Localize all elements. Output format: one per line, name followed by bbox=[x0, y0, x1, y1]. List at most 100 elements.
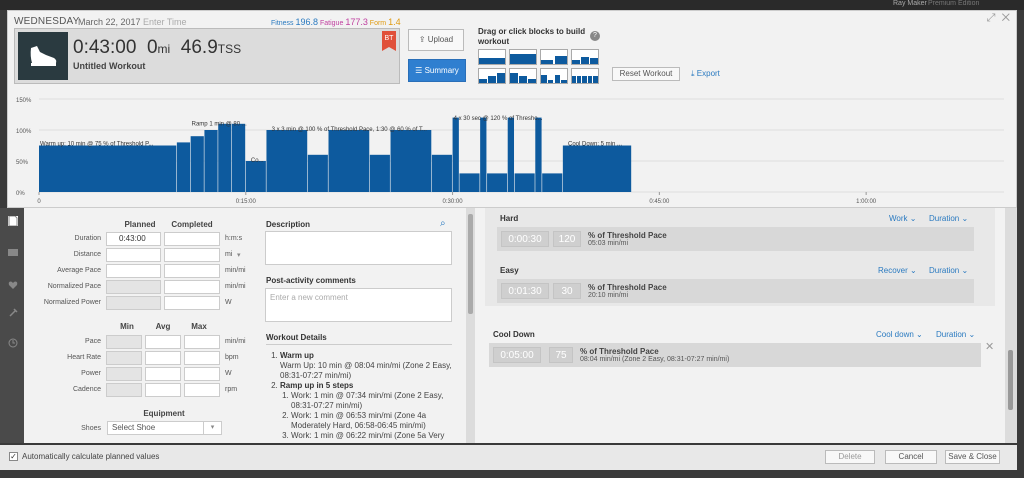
chart-segment bbox=[507, 117, 515, 192]
close-icon[interactable]: ✕ bbox=[1002, 12, 1010, 24]
cancel-button[interactable]: Cancel bbox=[885, 450, 937, 464]
block-ramp-down[interactable] bbox=[509, 68, 537, 84]
target-pace: 08:04 min/mi (Zone 2 Easy, 08:31-07:27 m… bbox=[580, 356, 730, 363]
easy-duration-input[interactable]: 0:01:30 bbox=[501, 283, 549, 299]
dropdown-label: Duration bbox=[929, 214, 960, 223]
workout-date[interactable]: March 22, 2017 bbox=[78, 17, 141, 27]
remove-step-icon[interactable]: ✕ bbox=[985, 340, 994, 353]
easy-type-dropdown[interactable]: Recover ⌄ bbox=[878, 266, 917, 275]
hard-duration-input[interactable]: 0:00:30 bbox=[501, 231, 549, 247]
expand-icon[interactable]: ⤢ bbox=[987, 12, 996, 24]
chevron-down-icon[interactable]: ▾ bbox=[237, 251, 241, 259]
pace-max-input[interactable] bbox=[184, 335, 220, 349]
fitness-metrics: Fitness 196.8 Fatigue 177.3 Form 1.4 bbox=[271, 17, 401, 27]
power-max-input[interactable] bbox=[184, 367, 220, 381]
block-two-step[interactable] bbox=[540, 49, 568, 65]
norm-power-completed-input[interactable] bbox=[164, 296, 220, 310]
block-intervals[interactable] bbox=[571, 68, 599, 84]
distance-completed-input[interactable] bbox=[164, 248, 220, 262]
description-label: Description bbox=[266, 220, 311, 229]
pin-icon[interactable] bbox=[8, 308, 18, 318]
chevron-down-icon: ⌄ bbox=[961, 214, 969, 223]
help-icon[interactable]: ? bbox=[590, 31, 600, 41]
save-close-button[interactable]: Save & Close bbox=[945, 450, 1000, 464]
hr-max-input[interactable] bbox=[184, 351, 220, 365]
distance-planned-input[interactable] bbox=[106, 248, 161, 262]
hard-step-row[interactable]: 0:00:30 120 % of Threshold Pace 05:03 min… bbox=[497, 227, 974, 251]
chart-segment bbox=[514, 173, 535, 192]
hard-duration-dropdown[interactable]: Duration ⌄ bbox=[929, 214, 968, 223]
heart-icon[interactable] bbox=[8, 280, 18, 290]
easy-duration-dropdown[interactable]: Duration ⌄ bbox=[929, 266, 968, 275]
reset-workout-button[interactable]: Reset Workout bbox=[612, 67, 680, 81]
workout-blocks bbox=[478, 49, 604, 85]
hard-intensity-input[interactable]: 120 bbox=[553, 231, 581, 247]
side-toolbar bbox=[0, 208, 24, 443]
cool-duration-input[interactable]: 0:05:00 bbox=[493, 347, 541, 363]
block-ramp-up[interactable] bbox=[478, 68, 506, 84]
workout-details-list: Warm upWarm Up: 10 min @ 08:04 min/mi (Z… bbox=[266, 351, 466, 443]
form-label: Form bbox=[369, 20, 387, 27]
summary-label: Summary bbox=[424, 66, 459, 75]
right-scrollbar-thumb[interactable] bbox=[1008, 350, 1013, 410]
left-scrollbar-thumb[interactable] bbox=[468, 214, 473, 314]
block-three-step[interactable] bbox=[571, 49, 599, 65]
tss-unit: TSS bbox=[217, 42, 242, 56]
avg-header: Avg bbox=[155, 322, 171, 331]
cool-type-dropdown[interactable]: Cool down ⌄ bbox=[876, 330, 923, 339]
user-name[interactable]: Ray Maker bbox=[893, 0, 927, 7]
block-repeat[interactable] bbox=[540, 68, 568, 84]
time-input[interactable]: Enter Time bbox=[143, 17, 187, 27]
cadence-max-input[interactable] bbox=[184, 383, 220, 397]
y-tick-label: 150% bbox=[16, 98, 32, 104]
power-avg-input[interactable] bbox=[145, 367, 181, 381]
attachment-icon[interactable]: ⌕ bbox=[440, 218, 446, 229]
cool-down-step-row[interactable]: 0:05:00 75 % of Threshold Pace 08:04 min/… bbox=[489, 343, 981, 367]
cool-intensity-input[interactable]: 75 bbox=[549, 347, 573, 363]
document-icon[interactable] bbox=[8, 216, 18, 226]
post-activity-comments-label: Post-activity comments bbox=[266, 276, 356, 285]
workout-chart-svg[interactable]: 150% 100% 50% 0% 0 0:15:00 0:30:00 0:45:00 1:00:… bbox=[8, 91, 1016, 207]
chart-segment bbox=[39, 145, 177, 192]
clock-icon[interactable] bbox=[8, 338, 18, 348]
chart-segment bbox=[266, 130, 308, 192]
chart-segment bbox=[176, 142, 191, 192]
cadence-avg-input[interactable] bbox=[145, 383, 181, 397]
summary-button[interactable]: ☰ Summary bbox=[408, 59, 466, 82]
duration-planned-input[interactable]: 0:43:00 bbox=[106, 232, 161, 246]
chat-icon[interactable] bbox=[8, 248, 18, 258]
shoes-select[interactable]: Select Shoe ▾ bbox=[107, 421, 222, 435]
easy-intensity-input[interactable]: 30 bbox=[553, 283, 581, 299]
upload-label: Upload bbox=[427, 35, 454, 44]
y-tick-label: 100% bbox=[16, 129, 32, 135]
segment-label: 4 x 30 sec @ 120 % of Thresho... bbox=[454, 116, 543, 122]
export-link[interactable]: ⤓ Export bbox=[691, 69, 720, 79]
list-item: Work: 1 min @ 07:34 min/mi (Zone 2 Easy,… bbox=[291, 391, 466, 411]
hard-type-dropdown[interactable]: Work ⌄ bbox=[889, 214, 916, 223]
list-item: Ramp up in 5 steps Work: 1 min @ 07:34 m… bbox=[280, 381, 466, 441]
comment-input[interactable]: Enter a new comment bbox=[265, 288, 452, 322]
pace-avg-input[interactable] bbox=[145, 335, 181, 349]
upload-button[interactable]: ⇪ Upload bbox=[408, 29, 464, 51]
cool-duration-dropdown[interactable]: Duration ⌄ bbox=[936, 330, 975, 339]
block-single-hard[interactable] bbox=[509, 49, 537, 65]
target-label: % of Threshold Pace bbox=[580, 347, 659, 356]
description-input[interactable] bbox=[265, 231, 452, 265]
hr-avg-input[interactable] bbox=[145, 351, 181, 365]
norm-pace-completed-input[interactable] bbox=[164, 280, 220, 294]
avg-pace-planned-input[interactable] bbox=[106, 264, 161, 278]
x-tick-label: 0:45:00 bbox=[649, 199, 670, 205]
x-tick-label: 0:30:00 bbox=[443, 199, 464, 205]
avg-pace-completed-input[interactable] bbox=[164, 264, 220, 278]
tss-value: 46.9 bbox=[180, 37, 218, 58]
delete-button[interactable]: Delete bbox=[825, 450, 875, 464]
download-icon: ⤓ bbox=[691, 69, 695, 78]
chart-segment bbox=[328, 130, 370, 192]
distance-unit[interactable]: mi bbox=[225, 251, 232, 258]
upload-icon: ⇪ bbox=[418, 35, 426, 44]
block-single-step[interactable] bbox=[478, 49, 506, 65]
auto-calc-checkbox[interactable]: ✓ bbox=[9, 452, 18, 461]
easy-step-row[interactable]: 0:01:30 30 % of Threshold Pace 20:10 min/… bbox=[497, 279, 974, 303]
duration-completed-input[interactable] bbox=[164, 232, 220, 246]
workout-name[interactable]: Untitled Workout bbox=[73, 61, 145, 71]
